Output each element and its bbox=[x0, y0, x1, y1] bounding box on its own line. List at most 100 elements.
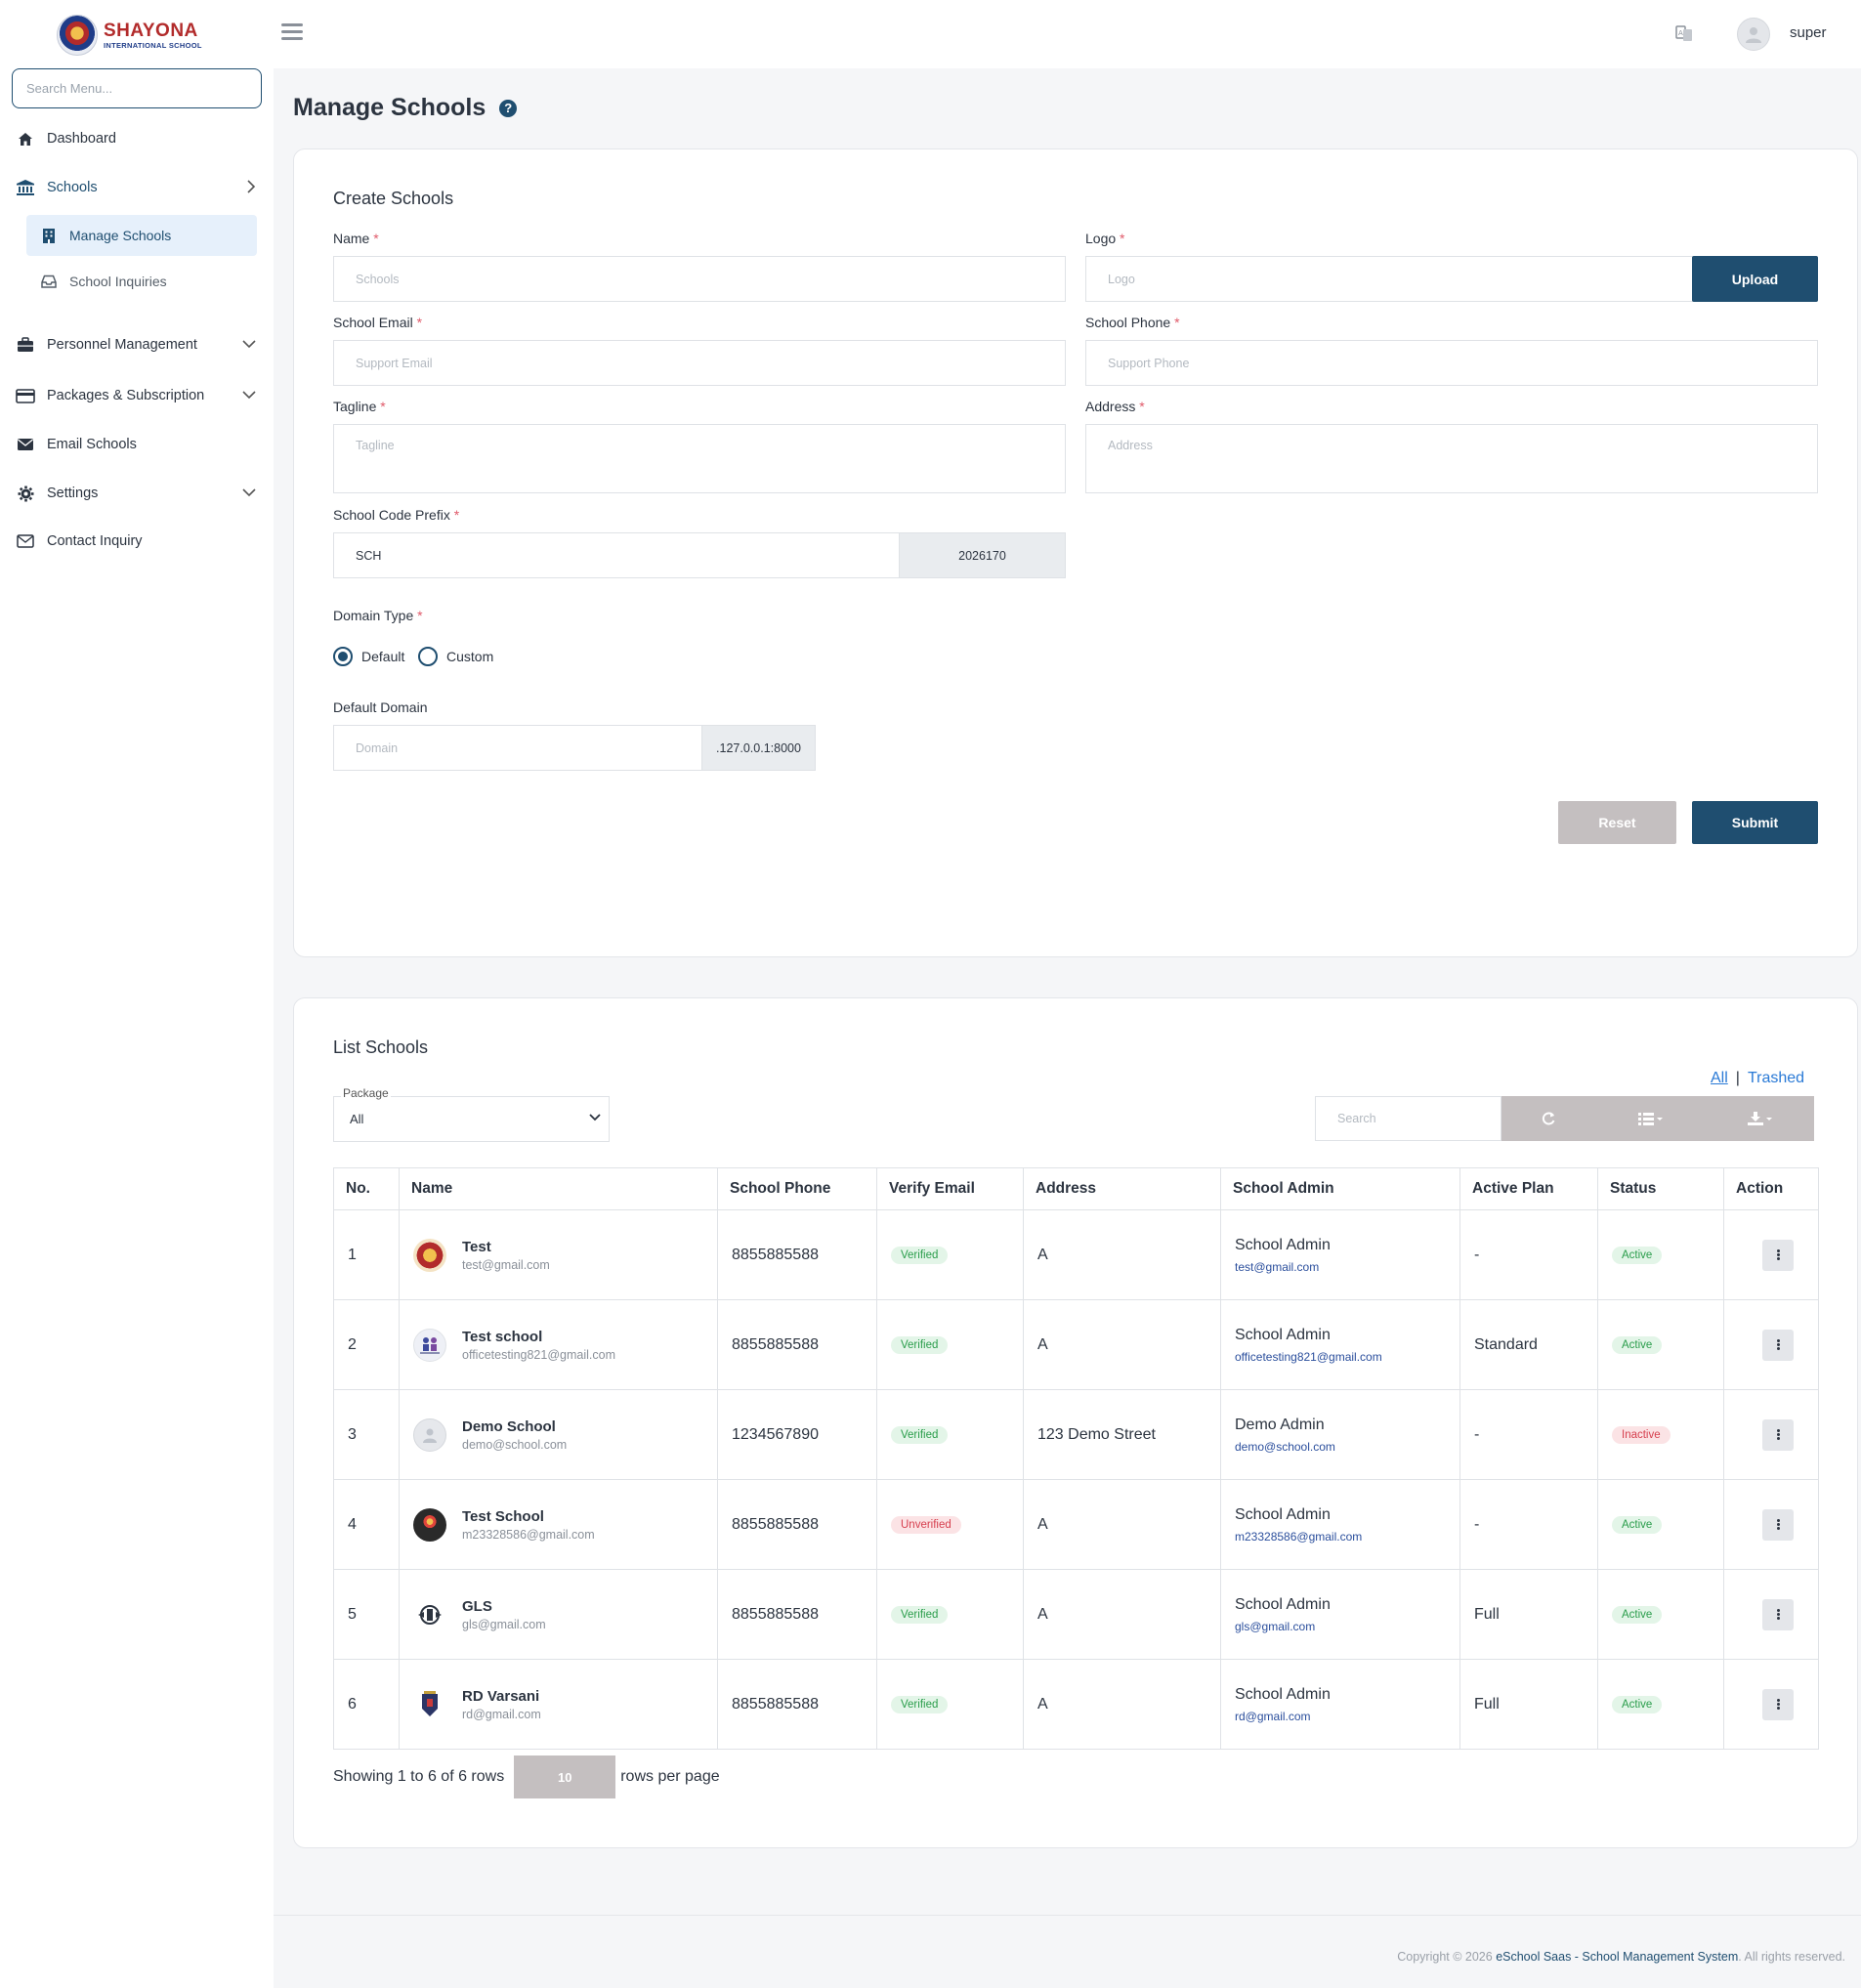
page-title: Manage Schools ? bbox=[293, 94, 518, 122]
school-phone: 8855885588 bbox=[717, 1299, 877, 1390]
create-schools-title: Create Schools bbox=[333, 189, 454, 208]
school-logo-image bbox=[413, 1687, 446, 1721]
verify-badge: Verified bbox=[891, 1696, 949, 1713]
page-size-dropdown[interactable]: 10 bbox=[514, 1755, 616, 1798]
status-cell: Active bbox=[1597, 1209, 1724, 1300]
table-row[interactable]: 4 Test School m23328586@gmail.com 8855885… bbox=[333, 1479, 1819, 1570]
sidebar-item-email-schools[interactable]: Email Schools bbox=[0, 423, 274, 466]
name-input[interactable]: Schools bbox=[333, 256, 1066, 302]
pagination-info: Showing 1 to 6 of 6 rows 10 rows per pag… bbox=[333, 1755, 720, 1798]
kebab-icon bbox=[1776, 1248, 1780, 1261]
username[interactable]: super bbox=[1790, 24, 1827, 41]
domain-type-default[interactable]: Default bbox=[333, 647, 404, 666]
footer-copyright: Copyright © 2026 eSchool Saas - School M… bbox=[1397, 1950, 1845, 1964]
columns-toggle-button[interactable] bbox=[1594, 1096, 1708, 1141]
school-name-cell: Test school officetesting821@gmail.com bbox=[399, 1299, 718, 1390]
chevron-down-icon bbox=[242, 337, 256, 353]
table-row[interactable]: 1 Test test@gmail.com 8855885588 Verified… bbox=[333, 1209, 1819, 1300]
status-badge: Inactive bbox=[1612, 1426, 1671, 1444]
radio-unchecked-icon[interactable] bbox=[418, 647, 438, 666]
logo-input[interactable]: Logo bbox=[1085, 256, 1693, 302]
domain-custom-label: Custom bbox=[446, 649, 494, 664]
status-cell: Inactive bbox=[1597, 1389, 1724, 1480]
admin-email: gls@gmail.com bbox=[1235, 1619, 1316, 1633]
table-row[interactable]: 2 Test school officetesting821@gmail.com … bbox=[333, 1299, 1819, 1390]
domain-type-custom[interactable]: Custom bbox=[418, 647, 493, 666]
package-select[interactable]: All bbox=[333, 1096, 610, 1142]
column-header[interactable]: Verify Email bbox=[876, 1167, 1024, 1210]
tagline-textarea[interactable]: Tagline bbox=[333, 424, 1066, 493]
kebab-icon bbox=[1776, 1698, 1780, 1711]
status-cell: Active bbox=[1597, 1299, 1724, 1390]
footer-brand-link[interactable]: eSchool Saas - School Management System bbox=[1496, 1950, 1738, 1964]
school-code-prefix-input[interactable]: SCH bbox=[333, 532, 900, 578]
sidebar-item-dashboard[interactable]: Dashboard bbox=[0, 117, 274, 160]
table-row[interactable]: 6 RD Varsani rd@gmail.com 8855885588 Veri… bbox=[333, 1659, 1819, 1750]
refresh-button[interactable] bbox=[1501, 1096, 1595, 1141]
domain-input[interactable]: Domain bbox=[333, 725, 702, 771]
sidebar-item-school-inquiries[interactable]: School Inquiries bbox=[26, 261, 257, 302]
submit-button[interactable]: Submit bbox=[1692, 801, 1818, 844]
sidebar-item-packages-subscription[interactable]: Packages & Subscription bbox=[0, 374, 274, 417]
upload-button[interactable]: Upload bbox=[1692, 256, 1818, 302]
table-row[interactable]: 3 Demo School demo@school.com 1234567890 … bbox=[333, 1389, 1819, 1480]
sidebar-item-settings[interactable]: Settings bbox=[0, 472, 274, 515]
hamburger-menu-icon[interactable] bbox=[281, 23, 303, 43]
school-name: RD Varsani bbox=[462, 1687, 540, 1705]
more-actions-button[interactable] bbox=[1762, 1688, 1794, 1720]
more-actions-button[interactable] bbox=[1762, 1418, 1794, 1451]
avatar[interactable] bbox=[1737, 18, 1770, 51]
filter-all-link[interactable]: All bbox=[1711, 1070, 1728, 1086]
school-name: Test bbox=[462, 1238, 491, 1255]
admin-name: School Admin bbox=[1235, 1685, 1331, 1703]
chevron-right-icon bbox=[246, 180, 256, 197]
refresh-icon bbox=[1542, 1112, 1555, 1125]
sidebar-item-manage-schools[interactable]: Manage Schools bbox=[26, 215, 257, 256]
admin-name: Demo Admin bbox=[1235, 1416, 1325, 1433]
column-header[interactable]: Name bbox=[399, 1167, 718, 1210]
school-logo[interactable]: SHAYONA INTERNATIONAL SCHOOL bbox=[57, 14, 203, 57]
sidebar-item-label: Contact Inquiry bbox=[47, 533, 143, 549]
language-icon[interactable]: A bbox=[1674, 23, 1694, 43]
school-logo-image bbox=[413, 1238, 446, 1272]
column-header[interactable]: School Admin bbox=[1220, 1167, 1460, 1210]
more-actions-button[interactable] bbox=[1762, 1508, 1794, 1541]
verify-email-cell: Verified bbox=[876, 1569, 1024, 1660]
sidebar-item-contact-inquiry[interactable]: Contact Inquiry bbox=[0, 520, 274, 563]
column-header[interactable]: Action bbox=[1723, 1167, 1819, 1210]
school-email-input[interactable]: Support Email bbox=[333, 340, 1066, 386]
active-plan: - bbox=[1459, 1209, 1598, 1300]
sidebar-item-label: School Inquiries bbox=[69, 274, 167, 289]
more-actions-button[interactable] bbox=[1762, 1239, 1794, 1271]
school-logo-image bbox=[413, 1507, 446, 1542]
table-search-input[interactable]: Search bbox=[1315, 1096, 1501, 1141]
column-header[interactable]: Status bbox=[1597, 1167, 1724, 1210]
export-button[interactable] bbox=[1707, 1096, 1814, 1141]
radio-checked-icon[interactable] bbox=[333, 647, 353, 666]
address-textarea[interactable]: Address bbox=[1085, 424, 1818, 493]
school-admin-cell: School Admin gls@gmail.com bbox=[1220, 1569, 1460, 1660]
reset-button[interactable]: Reset bbox=[1558, 801, 1676, 844]
address-label: Address * bbox=[1085, 399, 1145, 414]
school-phone-input[interactable]: Support Phone bbox=[1085, 340, 1818, 386]
logo-title: SHAYONA bbox=[104, 20, 198, 41]
sidebar-item-label: Schools bbox=[47, 180, 98, 195]
sidebar-item-personnel-management[interactable]: Personnel Management bbox=[0, 323, 274, 366]
more-actions-button[interactable] bbox=[1762, 1598, 1794, 1630]
school-name-cell: Test test@gmail.com bbox=[399, 1209, 718, 1300]
column-header[interactable]: School Phone bbox=[717, 1167, 877, 1210]
briefcase-icon bbox=[16, 335, 35, 355]
table-row[interactable]: 5 GLS gls@gmail.com 8855885588 Verified A… bbox=[333, 1569, 1819, 1660]
school-logo-image bbox=[413, 1597, 446, 1631]
column-header[interactable]: Active Plan bbox=[1459, 1167, 1598, 1210]
row-number: 3 bbox=[333, 1389, 400, 1480]
school-admin-cell: School Admin test@gmail.com bbox=[1220, 1209, 1460, 1300]
column-header[interactable]: No. bbox=[333, 1167, 400, 1210]
search-menu-input[interactable]: Search Menu... bbox=[12, 68, 262, 108]
sidebar-item-schools[interactable]: Schools bbox=[0, 166, 274, 209]
filter-trashed-link[interactable]: Trashed bbox=[1748, 1070, 1804, 1086]
more-actions-button[interactable] bbox=[1762, 1329, 1794, 1361]
column-header[interactable]: Address bbox=[1023, 1167, 1221, 1210]
list-icon bbox=[1638, 1113, 1663, 1125]
help-icon[interactable]: ? bbox=[499, 99, 518, 117]
